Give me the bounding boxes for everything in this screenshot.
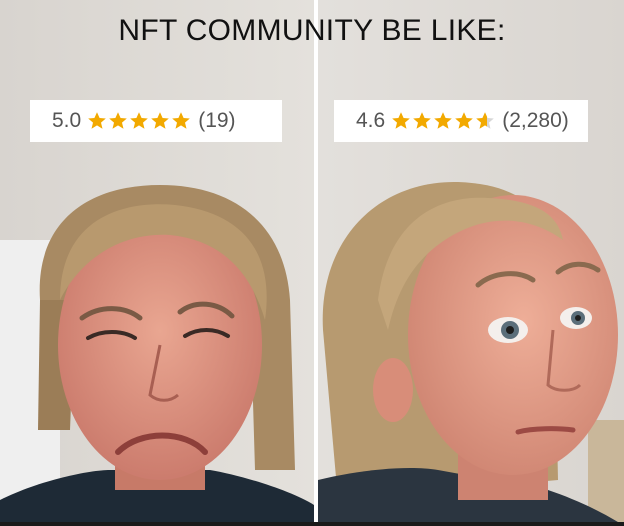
star-icon xyxy=(392,112,411,129)
star-icon xyxy=(109,112,128,129)
rating-score: 5.0 xyxy=(52,109,82,132)
star-icon xyxy=(476,112,495,129)
star-icon xyxy=(413,112,432,129)
left-panel: 5.0 (19) xyxy=(0,0,314,526)
intrigued-face-photo xyxy=(318,0,624,526)
star-rating xyxy=(391,111,496,131)
meme-caption: NFT COMMUNITY BE LIKE: xyxy=(118,14,506,47)
star-icon xyxy=(88,112,107,129)
star-icon xyxy=(434,112,453,129)
review-count: (19) xyxy=(198,109,236,132)
star-icon xyxy=(455,112,474,129)
review-count: (2,280) xyxy=(502,109,569,132)
rating-box: 5.0 (19) xyxy=(30,100,282,142)
disgusted-face-photo xyxy=(0,0,314,526)
star-icon xyxy=(130,112,149,129)
star-icon xyxy=(151,112,170,129)
bottom-edge xyxy=(0,522,624,526)
rating-score: 4.6 xyxy=(356,109,386,132)
star-icon xyxy=(172,112,191,129)
meme-image: NFT COMMUNITY BE LIKE: 5.0 (19) 4.6 (2,2… xyxy=(0,0,624,526)
rating-box: 4.6 (2,280) xyxy=(334,100,588,142)
star-rating xyxy=(87,111,192,131)
right-panel: 4.6 (2,280) xyxy=(318,0,624,526)
